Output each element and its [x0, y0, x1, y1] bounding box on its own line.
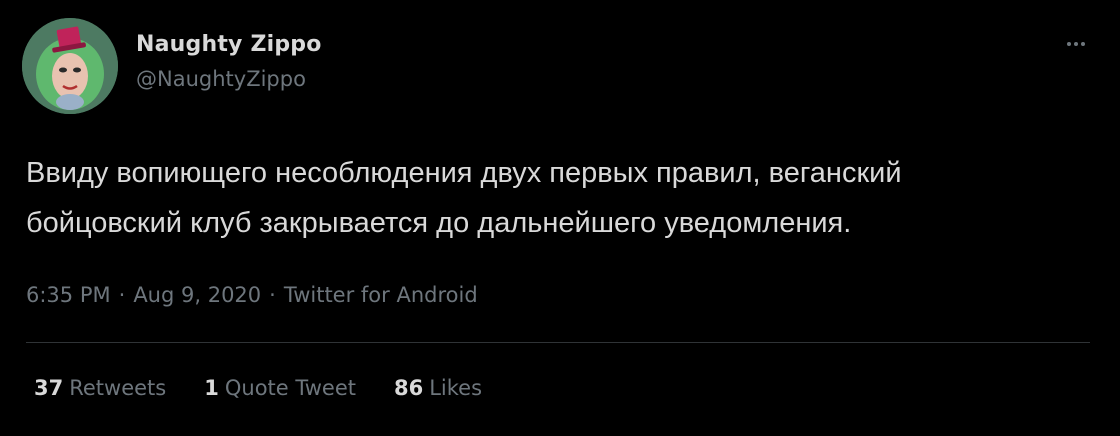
- more-dot: [1074, 42, 1078, 46]
- quote-tweets-label: Quote Tweet: [224, 376, 356, 400]
- avatar[interactable]: [22, 18, 118, 114]
- more-button[interactable]: [1058, 30, 1094, 58]
- tweet-text-line: бойцовский клуб закрывается до дальнейше…: [26, 207, 852, 239]
- quote-tweets-stat[interactable]: 1 Quote Tweet: [204, 376, 356, 400]
- tweet-date[interactable]: Aug 9, 2020: [133, 283, 261, 307]
- tweet-text-line: Ввиду вопиющего несоблюдения двух первых…: [26, 157, 902, 189]
- tweet-stats: 37 Retweets 1 Quote Tweet 86 Likes: [34, 376, 520, 400]
- quote-tweets-count: 1: [204, 376, 219, 400]
- avatar-image: [22, 18, 118, 114]
- retweets-label: Retweets: [69, 376, 167, 400]
- likes-stat[interactable]: 86 Likes: [394, 376, 482, 400]
- tweet-meta: 6:35 PM · Aug 9, 2020 · Twitter for Android: [26, 283, 478, 307]
- likes-count: 86: [393, 376, 424, 400]
- retweets-count: 37: [34, 376, 64, 400]
- tweet-time[interactable]: 6:35 PM: [26, 283, 111, 307]
- meta-separator: ·: [118, 283, 126, 307]
- likes-label: Likes: [429, 376, 483, 400]
- meta-separator: ·: [269, 283, 276, 307]
- tweet-source[interactable]: Twitter for Android: [284, 283, 478, 307]
- more-horizontal-icon: [1067, 42, 1071, 46]
- tweet-card: Naughty Zippo @NaughtyZippo Ввиду вопиющ…: [0, 0, 1120, 436]
- author-name[interactable]: Naughty Zippo: [136, 32, 322, 57]
- more-dot: [1081, 42, 1085, 46]
- retweets-stat[interactable]: 37 Retweets: [34, 376, 166, 400]
- author-handle[interactable]: @NaughtyZippo: [136, 67, 306, 91]
- divider: [26, 342, 1090, 343]
- tweet-text: Ввиду вопиющего несоблюдения двух первых…: [26, 148, 1096, 248]
